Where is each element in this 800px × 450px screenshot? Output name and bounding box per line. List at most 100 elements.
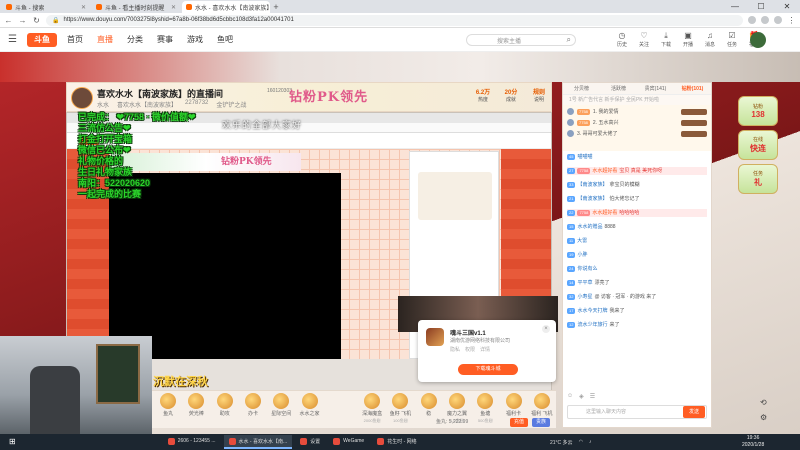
chat-username[interactable]: 【南波家族】 xyxy=(577,195,607,203)
settings-icon[interactable]: ⚙ xyxy=(760,413,767,422)
gift-item[interactable]: 鱼塘 500鱼翅 xyxy=(471,393,499,424)
taskbar-app[interactable]: 设置 xyxy=(295,435,325,449)
back-icon[interactable]: ← xyxy=(4,16,13,25)
chat-username[interactable]: 小寿星 xyxy=(577,293,592,301)
gift-item[interactable]: 办卡 xyxy=(239,393,267,418)
browser-tab[interactable]: 斗鱼 - 看主播时刻提醒 ✕ xyxy=(92,1,180,13)
site-search-input[interactable]: 搜索主播 ⌕ xyxy=(466,34,576,46)
messages-button[interactable]: ♫ 消息 xyxy=(703,31,717,48)
follow-button[interactable]: ♡ 关注 xyxy=(637,31,651,48)
gift-item[interactable]: 水水之家 xyxy=(295,393,323,418)
tab-vip[interactable]: 贵宾(141) xyxy=(637,83,674,94)
recharge-button[interactable]: 充值 xyxy=(510,418,528,427)
download-button[interactable]: ⤓ 下载 xyxy=(659,31,673,48)
nav-fishbar[interactable]: 鱼吧 xyxy=(217,34,233,45)
gift-item[interactable]: 星际空间 xyxy=(267,393,295,418)
nav-games[interactable]: 游戏 xyxy=(187,34,203,45)
nav-category[interactable]: 分类 xyxy=(127,34,143,45)
chat-username[interactable]: 水水的赠品 xyxy=(577,223,602,231)
user-avatar[interactable] xyxy=(750,32,766,48)
url-input[interactable]: 🔒 https://www.douyu.com/7003275l8yshid=6… xyxy=(46,14,743,26)
taskbar-app[interactable]: 水水 - 喜欢水水【南... xyxy=(223,435,293,449)
chat-username[interactable]: 水水超好看 xyxy=(592,209,617,217)
taskbar-clock[interactable]: 19:36 2020/1/28 xyxy=(742,435,764,449)
gift-item[interactable]: 稳 xyxy=(415,393,443,418)
chat-username[interactable]: 你说有么 xyxy=(577,265,597,273)
tab-decibel-rank[interactable]: 分贝榜 xyxy=(563,83,600,94)
taskbar-app[interactable]: WeGame xyxy=(328,435,369,449)
detail-link[interactable]: 详情 xyxy=(480,346,490,353)
streamer-name[interactable]: 水水 xyxy=(97,100,109,109)
gift-icon xyxy=(216,393,233,409)
send-button[interactable]: 发送 xyxy=(683,406,705,418)
close-icon[interactable]: × xyxy=(542,325,550,333)
nav-home[interactable]: 首页 xyxy=(67,34,83,45)
gift-item[interactable]: 鱼籽 飞机 100鱼翅 xyxy=(386,393,414,424)
stat-rules[interactable]: 规则 说明 xyxy=(527,87,551,103)
gift-item[interactable]: 鱼丸 xyxy=(154,393,182,418)
stat-achievement[interactable]: 20分 成就 xyxy=(499,87,523,103)
search-icon[interactable]: ⌕ xyxy=(567,35,571,45)
hamburger-menu-icon[interactable]: ☰ xyxy=(8,34,17,45)
family-tag[interactable]: 喜欢水水【南波家族】 xyxy=(117,100,177,109)
close-tab-icon[interactable]: ✕ xyxy=(81,4,86,11)
gift-item[interactable]: 深海魔盒 2000鱼翅 xyxy=(358,393,386,424)
rank-row[interactable]: 3. 哥哥可爱大佬了 xyxy=(567,128,707,139)
forward-icon[interactable]: → xyxy=(18,16,27,25)
sidebar-tasks[interactable]: 任务礼 xyxy=(738,164,778,194)
weather-text[interactable]: 21°C 多云 xyxy=(550,439,573,446)
chat-username[interactable]: 大雷 xyxy=(577,237,587,245)
fans-badge-icon[interactable]: ◈ xyxy=(579,393,584,400)
tasks-button[interactable]: ☑ 任务 xyxy=(725,31,739,48)
rank-row[interactable]: 7758 1. 我的爱情 xyxy=(567,106,707,117)
tab-diamond-fans[interactable]: 钻粉(101) xyxy=(674,83,711,94)
browser-tab[interactable]: 斗鱼 - 搜索 ✕ xyxy=(2,1,90,13)
history-icon[interactable]: ⟲ xyxy=(760,398,767,407)
streamer-avatar[interactable] xyxy=(71,87,93,109)
browser-tab-active[interactable]: 水水 - 喜欢水水【南波家族】直播✕ xyxy=(182,1,270,13)
chat-username[interactable]: 流水少年旅行 xyxy=(577,321,607,329)
emoji-icon[interactable]: ☺ xyxy=(567,393,573,400)
douyu-logo[interactable]: 斗鱼 xyxy=(26,32,57,47)
volume-icon[interactable]: ♪ xyxy=(589,439,592,445)
privacy-link[interactable]: 隐私 xyxy=(450,346,460,353)
extension-icon[interactable] xyxy=(748,16,756,24)
gift-record-icon[interactable]: ☰ xyxy=(590,393,595,400)
vip-button[interactable]: 贵族 xyxy=(532,418,550,427)
chat-username[interactable]: 水水今天打牌 xyxy=(577,307,607,315)
chat-username[interactable]: 平平草 xyxy=(577,279,592,287)
chat-username[interactable]: 小胖 xyxy=(577,251,587,259)
maximize-button[interactable]: ☐ xyxy=(748,0,774,13)
sidebar-diamond-fans[interactable]: 钻粉 138 xyxy=(738,96,778,126)
start-stream-button[interactable]: ▣ 开播 xyxy=(681,31,695,48)
close-tab-icon[interactable]: ✕ xyxy=(171,4,176,11)
nav-events[interactable]: 赛事 xyxy=(157,34,173,45)
extension-icon[interactable] xyxy=(761,16,769,24)
rank-row[interactable]: 7758 2. 五水高兴 xyxy=(567,117,707,128)
permission-link[interactable]: 权限 xyxy=(465,346,475,353)
gift-item[interactable]: 福利卡 xyxy=(499,393,527,418)
gift-item[interactable]: 福利 飞机 xyxy=(528,393,556,418)
sidebar-online[interactable]: 在线 快连 xyxy=(738,130,778,160)
chat-username[interactable]: 水水超好看 xyxy=(592,167,617,175)
new-tab-button[interactable]: + xyxy=(270,1,282,13)
close-window-button[interactable]: ✕ xyxy=(774,0,800,13)
gift-item[interactable]: 助攻 xyxy=(211,393,239,418)
profile-icon[interactable] xyxy=(774,16,782,24)
download-game-button[interactable]: 下载魂斗城 xyxy=(458,364,518,375)
tab-active-rank[interactable]: 活跃榜 xyxy=(600,83,637,94)
start-button[interactable]: ⊞ xyxy=(4,435,21,449)
chat-message-list[interactable]: 45 喵喵喵 27 7758 水水超好看 宝贝 真是 美死你呀 33 【南波家族】 拿宝贝的模糊… xyxy=(563,151,711,381)
chat-username[interactable]: 喵喵喵 xyxy=(577,153,592,161)
nav-live[interactable]: 直播 xyxy=(97,34,113,45)
reload-icon[interactable]: ↻ xyxy=(32,16,41,25)
minimize-button[interactable]: — xyxy=(722,0,748,13)
history-button[interactable]: ◷ 历史 xyxy=(615,31,629,48)
wifi-icon[interactable]: ◠ xyxy=(579,439,583,445)
chat-username[interactable]: 【南波家族】 xyxy=(577,181,607,189)
taskbar-app[interactable]: 2606 - 123455 ... xyxy=(163,435,221,449)
gift-item[interactable]: 荧光棒 xyxy=(182,393,210,418)
taskbar-app[interactable]: 花生时 - 网络 xyxy=(372,435,421,449)
game-category[interactable]: 金铲铲之战 xyxy=(216,100,246,109)
browser-menu-icon[interactable]: ⋮ xyxy=(787,16,796,25)
